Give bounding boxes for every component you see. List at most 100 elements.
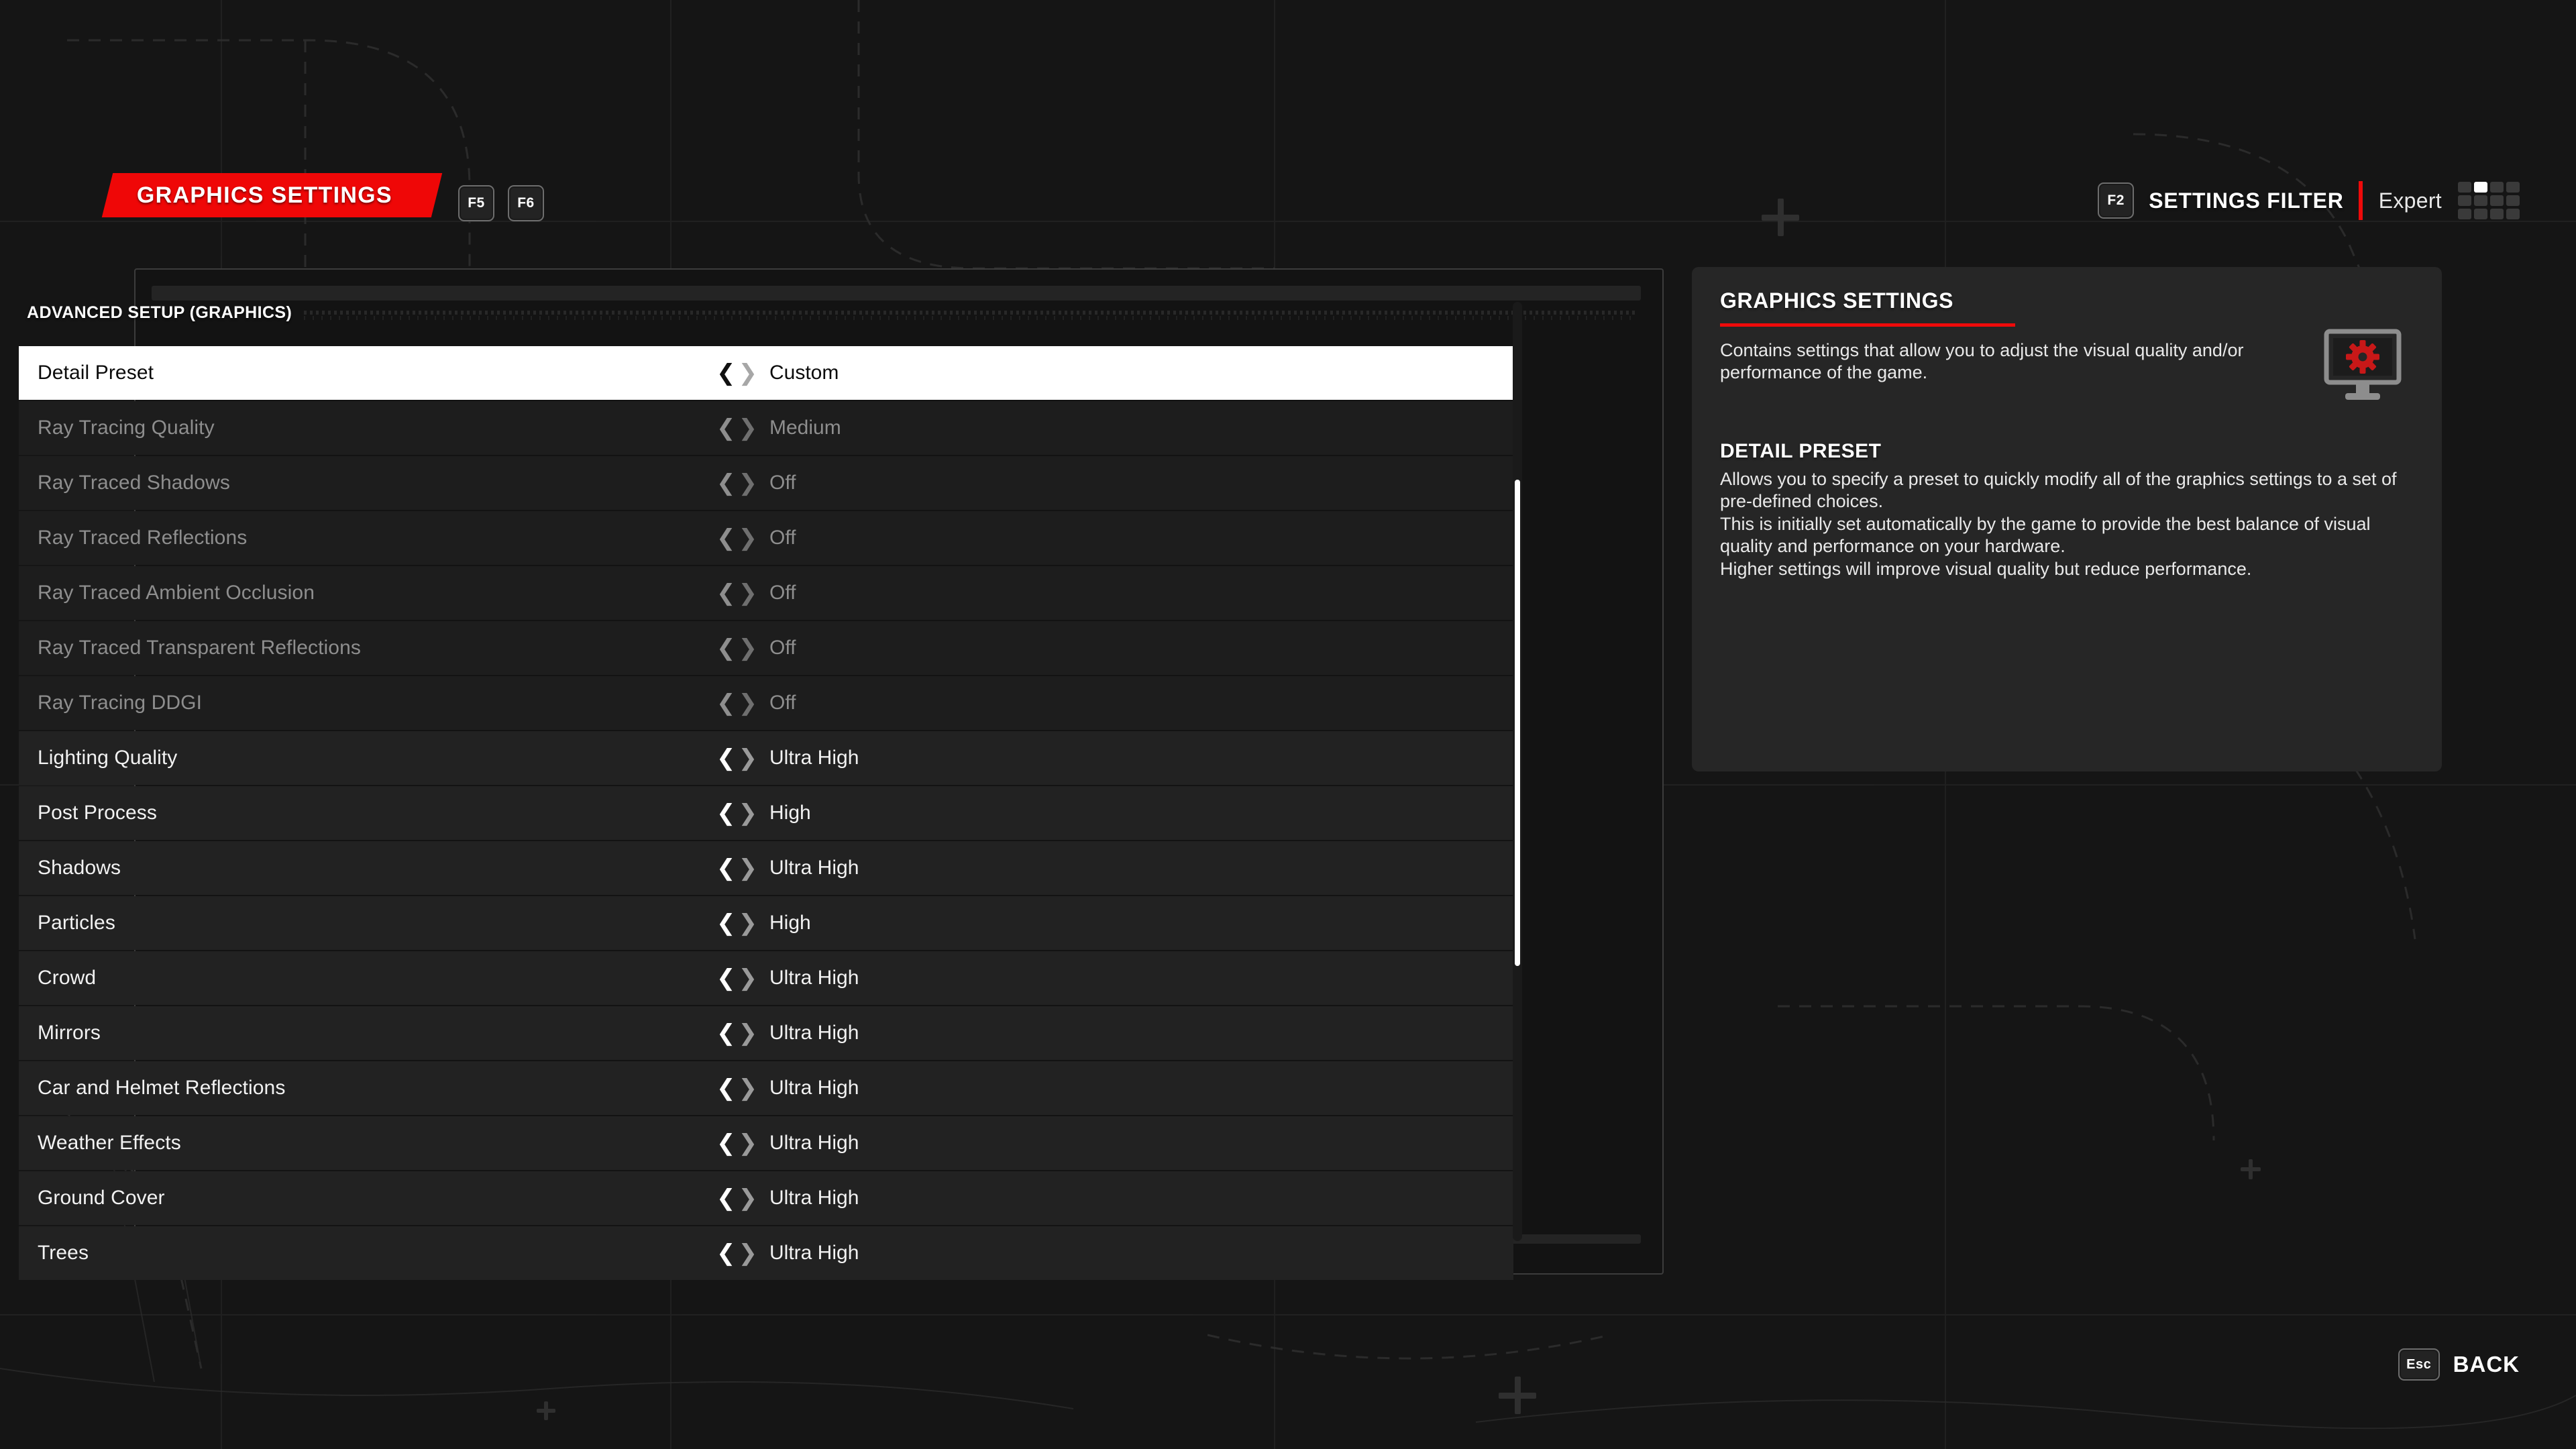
back-button[interactable]: Esc BACK: [2398, 1348, 2520, 1381]
setting-row-value-control[interactable]: ❮❯Ultra High: [716, 857, 859, 879]
setting-row-value-control[interactable]: ❮❯Off: [716, 527, 796, 549]
setting-row-value-control[interactable]: ❮❯ Off: [716, 582, 796, 604]
key-f6-badge[interactable]: F6: [508, 185, 544, 221]
setting-row[interactable]: Lighting Quality ❮❯Ultra High: [19, 731, 1513, 785]
chevron-left-icon[interactable]: ❮: [716, 1077, 736, 1099]
setting-row-value: High: [769, 802, 811, 824]
setting-row-value-control[interactable]: ❮❯Medium: [716, 417, 841, 439]
monitor-gear-icon: [2322, 329, 2403, 402]
filter-grid-cell: [2474, 209, 2487, 219]
setting-row-label: Ray Tracing Quality: [38, 417, 215, 439]
chevron-left-icon[interactable]: ❮: [716, 582, 736, 604]
chevron-right-icon[interactable]: ❯: [739, 472, 758, 494]
setting-row-value-control[interactable]: ❮❯ Ultra High: [716, 1132, 859, 1155]
setting-row-value-control[interactable]: ❮❯Ultra High: [716, 1077, 859, 1099]
chevron-right-icon[interactable]: ❯: [739, 1242, 758, 1265]
chevron-right-icon[interactable]: ❯: [739, 527, 758, 549]
settings-list: Detail Preset❮❯CustomRay Tracing Quality…: [19, 346, 1513, 1281]
chevron-right-icon[interactable]: ❯: [739, 747, 758, 769]
setting-row-value: Ultra High: [769, 1187, 859, 1210]
chevron-right-icon[interactable]: ❯: [739, 967, 758, 989]
chevron-left-icon[interactable]: ❮: [716, 1132, 736, 1155]
setting-row-value-control[interactable]: ❮❯Ultra High: [716, 1242, 859, 1265]
setting-row-value-control[interactable]: ❮❯ Ultra High: [716, 1187, 859, 1210]
setting-row[interactable]: Shadows❮❯Ultra High: [19, 841, 1513, 895]
setting-row-value-control[interactable]: ❮❯High: [716, 912, 811, 934]
chevron-left-icon[interactable]: ❮: [716, 912, 736, 934]
chevron-right-icon[interactable]: ❯: [739, 1077, 758, 1099]
chevron-right-icon[interactable]: ❯: [739, 417, 758, 439]
filter-grid-cell: [2458, 209, 2471, 219]
setting-row-value-control[interactable]: ❮❯Ultra High: [716, 747, 859, 769]
chevron-right-icon[interactable]: ❯: [739, 637, 758, 659]
setting-row[interactable]: Ground Cover❮❯Ultra High: [19, 1171, 1513, 1225]
setting-row-value-control[interactable]: ❮❯ Custom: [716, 362, 839, 384]
scrollbar-thumb[interactable]: [1515, 480, 1520, 966]
setting-row-value-control[interactable]: ❮❯Off: [716, 637, 796, 659]
chevron-right-icon[interactable]: ❯: [739, 1022, 758, 1044]
info-panel-subdescription-line: Allows you to specify a preset to quickl…: [1720, 468, 2411, 513]
setting-row-value-control[interactable]: ❮❯ Off: [716, 472, 796, 494]
chevron-left-icon[interactable]: ❮: [716, 527, 736, 549]
info-panel-title: GRAPHICS SETTINGS: [1720, 288, 1953, 313]
setting-row[interactable]: Ray Traced Transparent Reflections❮❯Off: [19, 621, 1513, 675]
chevron-left-icon[interactable]: ❮: [716, 472, 736, 494]
setting-row[interactable]: Weather Effects❮❯Ultra High: [19, 1116, 1513, 1170]
chevron-right-icon[interactable]: ❯: [739, 362, 758, 384]
setting-row[interactable]: Detail Preset❮❯Custom: [19, 346, 1513, 400]
settings-filter-control[interactable]: F2 SETTINGS FILTER Expert: [2098, 181, 2520, 220]
chevron-left-icon[interactable]: ❮: [716, 692, 736, 714]
chevron-right-icon[interactable]: ❯: [739, 802, 758, 824]
chevron-left-icon[interactable]: ❮: [716, 857, 736, 879]
filter-grid-cell: [2490, 182, 2504, 193]
chevron-left-icon[interactable]: ❮: [716, 417, 736, 439]
setting-row-value: Custom: [769, 362, 839, 384]
chevron-left-icon[interactable]: ❮: [716, 362, 736, 384]
key-f5-badge[interactable]: F5: [458, 185, 494, 221]
setting-row[interactable]: Mirrors❮❯Ultra High: [19, 1006, 1513, 1060]
info-panel: GRAPHICS SETTINGS Contains settings that…: [1692, 267, 2442, 771]
setting-row-value: Off: [769, 582, 796, 604]
chevron-right-icon[interactable]: ❯: [739, 857, 758, 879]
chevron-right-icon[interactable]: ❯: [739, 1132, 758, 1155]
setting-row-value: Ultra High: [769, 1132, 859, 1155]
chevron-left-icon[interactable]: ❮: [716, 1022, 736, 1044]
chevron-right-icon[interactable]: ❯: [739, 582, 758, 604]
setting-row-value: Off: [769, 472, 796, 494]
chevron-right-icon[interactable]: ❯: [739, 912, 758, 934]
setting-row[interactable]: Ray Traced Ambient Occlusion❮❯Off: [19, 566, 1513, 620]
setting-row[interactable]: Particles❮❯High: [19, 896, 1513, 950]
settings-filter-label: SETTINGS FILTER: [2149, 189, 2344, 213]
chevron-left-icon[interactable]: ❮: [716, 802, 736, 824]
settings-filter-value[interactable]: Expert: [2379, 189, 2442, 213]
key-esc-badge[interactable]: Esc: [2398, 1348, 2440, 1381]
page-title: GRAPHICS SETTINGS: [137, 182, 392, 209]
setting-row-value-control[interactable]: ❮❯Off: [716, 692, 796, 714]
chevron-left-icon[interactable]: ❮: [716, 1242, 736, 1265]
setting-row-label: Crowd: [38, 967, 96, 989]
setting-row-value-control[interactable]: ❮❯ Ultra High: [716, 967, 859, 989]
setting-row-label: Lighting Quality: [38, 747, 177, 769]
setting-row-value-control[interactable]: ❮❯ Ultra High: [716, 1022, 859, 1044]
section-header: ADVANCED SETUP (GRAPHICS): [27, 303, 1637, 323]
setting-row-label: Trees: [38, 1242, 89, 1265]
chevron-left-icon[interactable]: ❮: [716, 967, 736, 989]
setting-row[interactable]: Ray Traced Reflections❮❯Off: [19, 511, 1513, 565]
chevron-right-icon[interactable]: ❯: [739, 692, 758, 714]
key-f2-badge[interactable]: F2: [2098, 182, 2134, 219]
setting-row[interactable]: Ray Tracing Quality ❮❯Medium: [19, 401, 1513, 455]
chevron-right-icon[interactable]: ❯: [739, 1187, 758, 1210]
filter-grid-cell: [2506, 182, 2520, 193]
setting-row-value-control[interactable]: ❮❯ High: [716, 802, 811, 824]
setting-row-value: Ultra High: [769, 1022, 859, 1044]
setting-row[interactable]: Car and Helmet Reflections❮❯Ultra High: [19, 1061, 1513, 1115]
setting-row[interactable]: Trees ❮❯Ultra High: [19, 1226, 1513, 1280]
setting-row[interactable]: Post Process❮❯High: [19, 786, 1513, 840]
chevron-left-icon[interactable]: ❮: [716, 1187, 736, 1210]
setting-row[interactable]: Ray Traced Shadows❮❯Off: [19, 456, 1513, 510]
setting-row[interactable]: Crowd ❮❯ Ultra High: [19, 951, 1513, 1005]
setting-row[interactable]: Ray Tracing DDGI❮❯Off: [19, 676, 1513, 730]
chevron-left-icon[interactable]: ❮: [716, 637, 736, 659]
setting-row-value: Ultra High: [769, 967, 859, 989]
chevron-left-icon[interactable]: ❮: [716, 747, 736, 769]
